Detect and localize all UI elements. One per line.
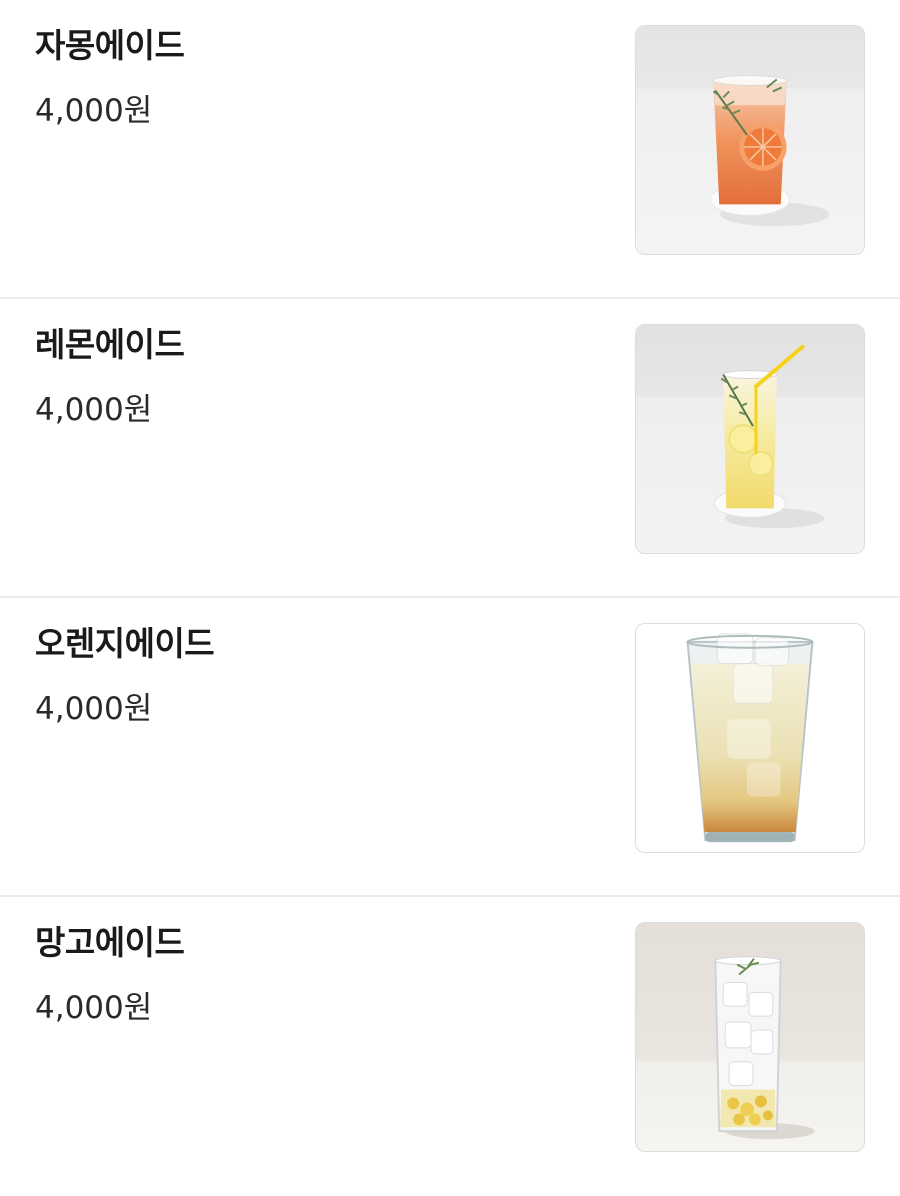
menu-item-orange-ade[interactable]: 오렌지에이드 4,000원 [0,598,900,897]
menu-item-name: 레몬에이드 [35,325,185,364]
menu-item-price: 4,000원 [35,392,153,428]
menu-item-price: 4,000원 [35,691,153,727]
menu-item-name: 망고에이드 [35,923,185,962]
menu-item-name: 오렌지에이드 [35,624,215,663]
menu-item-grapefruit-ade[interactable]: 자몽에이드 4,000원 [0,0,900,299]
menu-item-price: 4,000원 [35,93,153,129]
mango-ade-photo[interactable] [635,922,865,1152]
menu-item-lemon-ade[interactable]: 레몬에이드 4,000원 [0,299,900,598]
menu-item-name: 자몽에이드 [35,26,185,65]
menu-list: 자몽에이드 4,000원 레몬에이드 4,000원 오렌지에이드 4,000원 … [0,0,900,1196]
menu-item-price: 4,000원 [35,990,153,1026]
grapefruit-ade-photo[interactable] [635,25,865,255]
lemon-ade-photo[interactable] [635,324,865,554]
menu-item-mango-ade[interactable]: 망고에이드 4,000원 [0,897,900,1196]
orange-ade-photo[interactable] [635,623,865,853]
